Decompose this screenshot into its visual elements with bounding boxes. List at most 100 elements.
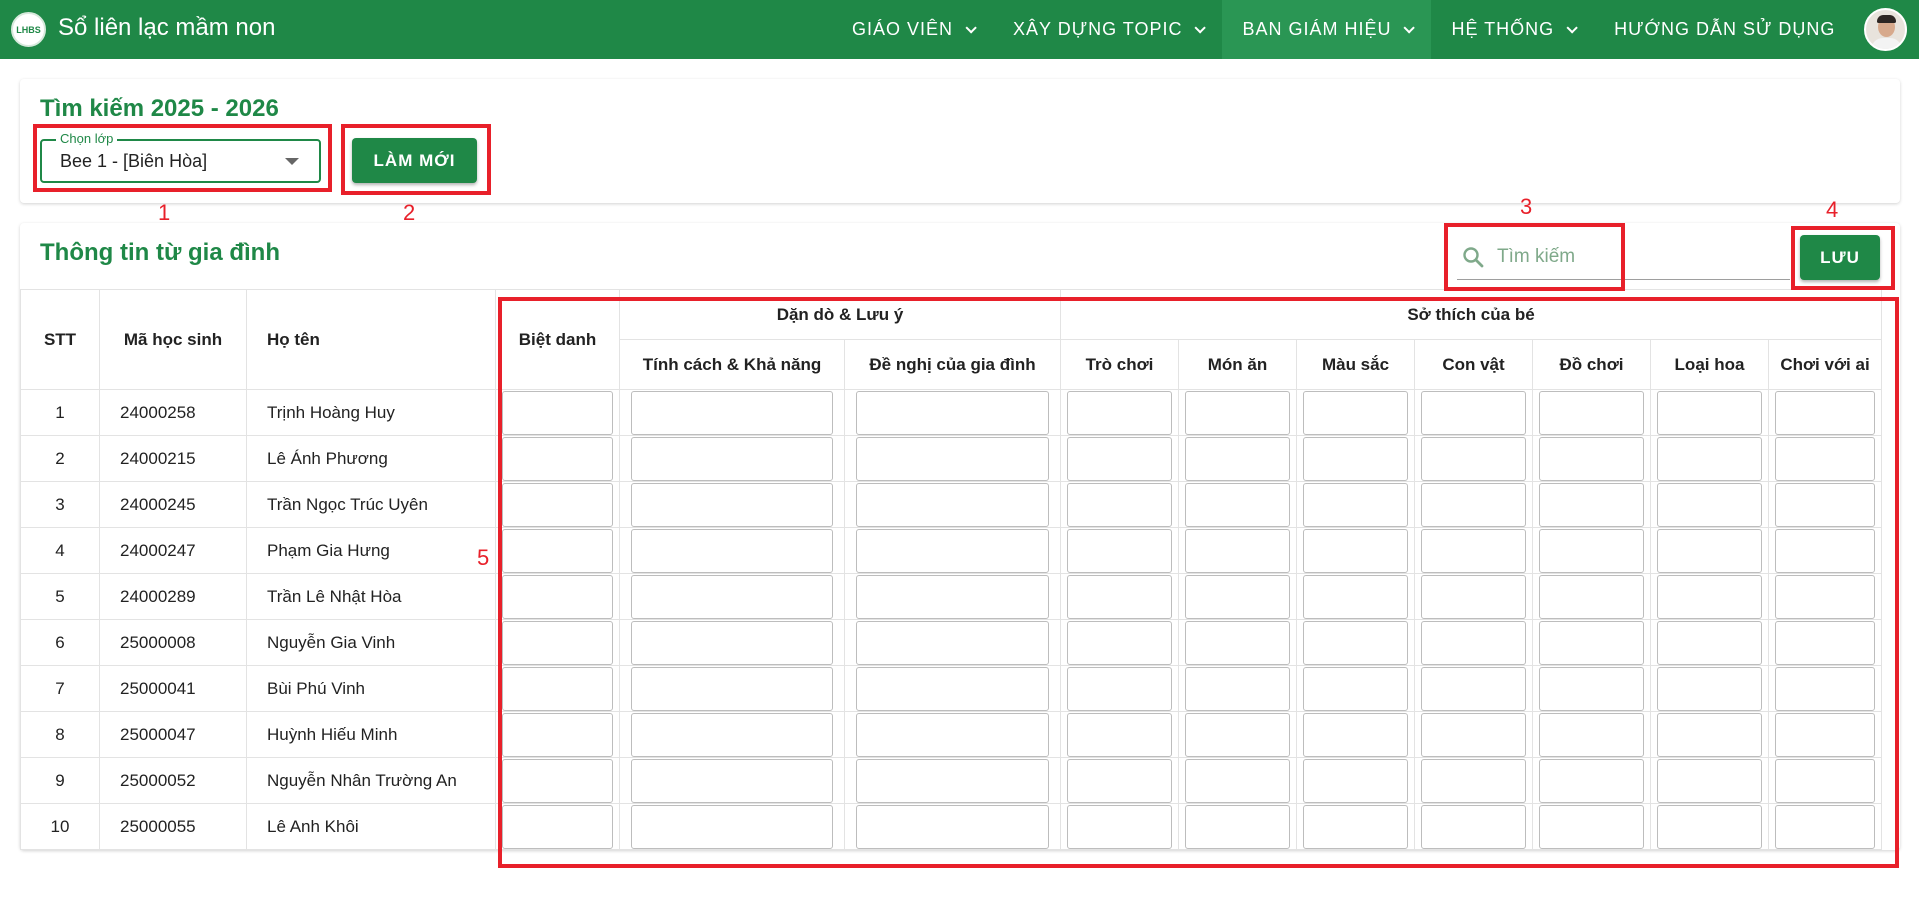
games-input[interactable] (1066, 666, 1173, 711)
colors-input[interactable] (1302, 390, 1409, 435)
toys-input[interactable] (1538, 758, 1645, 803)
nickname-input[interactable] (502, 712, 613, 757)
play-with-input[interactable] (1774, 666, 1876, 711)
animals-input[interactable] (1420, 390, 1527, 435)
animals-input[interactable] (1420, 758, 1527, 803)
toys-input[interactable] (1538, 482, 1645, 527)
games-input[interactable] (1066, 758, 1173, 803)
play-with-input[interactable] (1774, 482, 1876, 527)
play-with-input[interactable] (1774, 758, 1876, 803)
nickname-input[interactable] (502, 574, 613, 619)
personality-input[interactable] (631, 804, 833, 849)
food-input[interactable] (1184, 528, 1291, 573)
flowers-input[interactable] (1656, 390, 1763, 435)
personality-input[interactable] (631, 620, 833, 665)
flowers-input[interactable] (1656, 436, 1763, 481)
nav-item-huong-dan-su-dung[interactable]: HƯỚNG DẪN SỬ DỤNG (1594, 0, 1855, 59)
games-input[interactable] (1066, 574, 1173, 619)
colors-input[interactable] (1302, 528, 1409, 573)
food-input[interactable] (1184, 436, 1291, 481)
class-select[interactable]: Chọn lớp Bee 1 - [Biên Hòa] (40, 131, 321, 183)
personality-input[interactable] (631, 758, 833, 803)
nickname-input[interactable] (502, 804, 613, 849)
colors-input[interactable] (1302, 666, 1409, 711)
flowers-input[interactable] (1656, 482, 1763, 527)
family-suggestion-input[interactable] (855, 620, 1050, 665)
animals-input[interactable] (1420, 436, 1527, 481)
family-suggestion-input[interactable] (855, 574, 1050, 619)
games-input[interactable] (1066, 390, 1173, 435)
games-input[interactable] (1066, 482, 1173, 527)
personality-input[interactable] (631, 528, 833, 573)
games-input[interactable] (1066, 804, 1173, 849)
play-with-input[interactable] (1774, 574, 1876, 619)
family-suggestion-input[interactable] (855, 666, 1050, 711)
user-avatar[interactable] (1864, 8, 1907, 51)
games-input[interactable] (1066, 712, 1173, 757)
nickname-input[interactable] (502, 758, 613, 803)
toys-input[interactable] (1538, 620, 1645, 665)
colors-input[interactable] (1302, 574, 1409, 619)
games-input[interactable] (1066, 528, 1173, 573)
toys-input[interactable] (1538, 574, 1645, 619)
food-input[interactable] (1184, 666, 1291, 711)
personality-input[interactable] (631, 436, 833, 481)
food-input[interactable] (1184, 574, 1291, 619)
flowers-input[interactable] (1656, 758, 1763, 803)
food-input[interactable] (1184, 390, 1291, 435)
animals-input[interactable] (1420, 666, 1527, 711)
colors-input[interactable] (1302, 620, 1409, 665)
animals-input[interactable] (1420, 574, 1527, 619)
flowers-input[interactable] (1656, 804, 1763, 849)
flowers-input[interactable] (1656, 528, 1763, 573)
personality-input[interactable] (631, 712, 833, 757)
nav-item-he-thong[interactable]: HỆ THỐNG (1431, 0, 1594, 59)
games-input[interactable] (1066, 620, 1173, 665)
toys-input[interactable] (1538, 666, 1645, 711)
nickname-input[interactable] (502, 390, 613, 435)
food-input[interactable] (1184, 712, 1291, 757)
animals-input[interactable] (1420, 528, 1527, 573)
animals-input[interactable] (1420, 712, 1527, 757)
family-suggestion-input[interactable] (855, 482, 1050, 527)
colors-input[interactable] (1302, 436, 1409, 481)
flowers-input[interactable] (1656, 712, 1763, 757)
play-with-input[interactable] (1774, 390, 1876, 435)
nickname-input[interactable] (502, 482, 613, 527)
family-suggestion-input[interactable] (855, 712, 1050, 757)
animals-input[interactable] (1420, 804, 1527, 849)
toys-input[interactable] (1538, 436, 1645, 481)
app-title[interactable]: Sổ liên lạc mầm non (58, 14, 275, 42)
play-with-input[interactable] (1774, 436, 1876, 481)
family-suggestion-input[interactable] (855, 758, 1050, 803)
nav-item-ban-giam-hieu[interactable]: BAN GIÁM HIỆU (1222, 0, 1432, 59)
games-input[interactable] (1066, 436, 1173, 481)
toys-input[interactable] (1538, 804, 1645, 849)
personality-input[interactable] (631, 574, 833, 619)
food-input[interactable] (1184, 620, 1291, 665)
play-with-input[interactable] (1774, 528, 1876, 573)
nickname-input[interactable] (502, 436, 613, 481)
nickname-input[interactable] (502, 666, 613, 711)
family-suggestion-input[interactable] (855, 390, 1050, 435)
flowers-input[interactable] (1656, 666, 1763, 711)
play-with-input[interactable] (1774, 804, 1876, 849)
colors-input[interactable] (1302, 758, 1409, 803)
animals-input[interactable] (1420, 620, 1527, 665)
family-suggestion-input[interactable] (855, 528, 1050, 573)
personality-input[interactable] (631, 482, 833, 527)
refresh-button[interactable]: LÀM MỚI (352, 138, 477, 183)
colors-input[interactable] (1302, 804, 1409, 849)
app-logo[interactable]: LHBS (11, 12, 46, 47)
play-with-input[interactable] (1774, 712, 1876, 757)
personality-input[interactable] (631, 390, 833, 435)
personality-input[interactable] (631, 666, 833, 711)
flowers-input[interactable] (1656, 620, 1763, 665)
colors-input[interactable] (1302, 482, 1409, 527)
family-suggestion-input[interactable] (855, 804, 1050, 849)
nickname-input[interactable] (502, 620, 613, 665)
toys-input[interactable] (1538, 528, 1645, 573)
animals-input[interactable] (1420, 482, 1527, 527)
family-suggestion-input[interactable] (855, 436, 1050, 481)
food-input[interactable] (1184, 482, 1291, 527)
